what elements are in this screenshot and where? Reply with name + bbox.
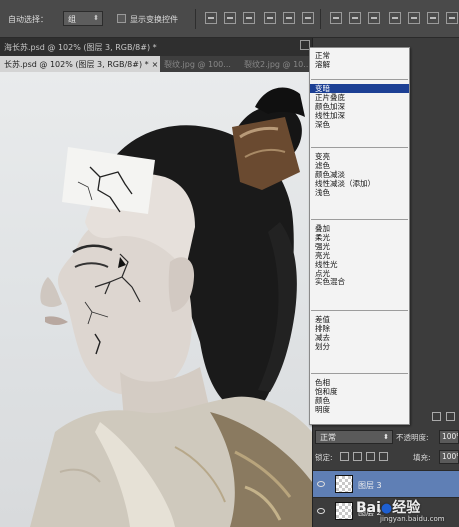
menu-separator [311, 147, 408, 148]
layer-row[interactable]: 图层 3 [313, 470, 459, 497]
blend-mode-item[interactable]: 差值 [310, 315, 409, 324]
auto-select-label: 自动选择： [8, 15, 48, 24]
document-canvas[interactable] [0, 72, 312, 527]
lock-move-icon[interactable] [366, 452, 375, 461]
close-icon[interactable]: × [152, 60, 159, 69]
type-icon[interactable] [446, 412, 455, 421]
blend-mode-item[interactable]: 变暗 [310, 84, 409, 93]
blend-mode-item[interactable]: 颜色 [310, 396, 409, 405]
blend-mode-item[interactable]: 明度 [310, 405, 409, 414]
menu-separator [311, 79, 408, 80]
layer-blend-mode-value: 正常 [320, 433, 336, 442]
layer-thumbnail [335, 502, 353, 520]
blend-mode-item[interactable]: 强光 [310, 242, 409, 251]
watermark-logo: Bai●经验 [356, 497, 420, 517]
distribute-bottom-icon[interactable] [368, 12, 380, 24]
distribute-right-icon[interactable] [427, 12, 439, 24]
tab-label: 裂纹2.jpg @ 10... [244, 60, 310, 69]
chevron-down-icon: ⬍ [93, 14, 99, 22]
fill-input[interactable]: 100% [439, 450, 459, 464]
lock-transparent-icon[interactable] [340, 452, 349, 461]
paw-icon: ● [380, 501, 393, 516]
align-right-icon[interactable] [302, 12, 314, 24]
layer-name[interactable]: 图层 3 [358, 480, 382, 491]
distribute-left-icon[interactable] [389, 12, 401, 24]
watermark-text-2: 经验 [392, 500, 421, 516]
tab-document-1[interactable]: 海长苏.psd @ 102% (图层 3, RGB/8#) * [0, 38, 180, 56]
blend-mode-item[interactable]: 实色混合 [310, 277, 409, 286]
align-vcenter-icon[interactable] [224, 12, 236, 24]
opacity-input[interactable]: 100% [439, 430, 459, 444]
fill-value: 100% [442, 452, 458, 461]
blend-mode-item[interactable]: 线性加深 [310, 111, 409, 120]
blend-mode-menu: 正常 溶解变暗 正片叠底 颜色加深 线性加深 深色变亮 滤色 颜色减淡 线性减淡（添加） 浅色叠加… [309, 47, 410, 425]
opacity-label: 不透明度: [396, 433, 429, 442]
blend-mode-item[interactable]: 叠加 [310, 224, 409, 233]
lock-all-icon[interactable] [379, 452, 388, 461]
tab-label: 长苏.psd @ 102% (图层 3, RGB/8#) * [4, 60, 149, 69]
fill-label: 填充: [413, 453, 431, 462]
align-bottom-icon[interactable] [243, 12, 255, 24]
tab-document-4[interactable]: 裂纹2.jpg @ 10... [240, 56, 310, 72]
blend-mode-item[interactable]: 亮光 [310, 251, 409, 260]
tab-document-3[interactable]: 裂纹.jpg @ 100... [160, 56, 240, 72]
blend-mode-item[interactable]: 滤色 [310, 161, 409, 170]
align-hcenter-icon[interactable] [283, 12, 295, 24]
blend-mode-item[interactable]: 饱和度 [310, 387, 409, 396]
blend-mode-item[interactable]: 划分 [310, 342, 409, 351]
distribute-hcenter-icon[interactable] [408, 12, 420, 24]
blend-mode-item[interactable]: 正片叠底 [310, 93, 409, 102]
tab-label: 海长苏.psd @ 102% (图层 3, RGB/8#) * [4, 43, 157, 52]
show-transform-checkbox[interactable] [117, 14, 126, 23]
distribute-top-icon[interactable] [330, 12, 342, 24]
divider [195, 9, 196, 29]
menu-separator [311, 310, 408, 311]
blend-mode-item[interactable]: 深色 [310, 120, 409, 129]
align-top-icon[interactable] [205, 12, 217, 24]
watermark-text: Bai [356, 500, 381, 516]
lock-brush-icon[interactable] [353, 452, 362, 461]
lock-label: 锁定: [315, 453, 333, 462]
distribute-vcenter-icon[interactable] [349, 12, 361, 24]
blend-mode-item[interactable]: 颜色加深 [310, 102, 409, 111]
auto-select-dropdown[interactable]: 组 ⬍ [63, 11, 103, 26]
blend-mode-item[interactable]: 排除 [310, 324, 409, 333]
layer-thumbnail [335, 475, 353, 493]
blend-mode-item[interactable]: 溶解 [310, 60, 409, 69]
blend-mode-item[interactable]: 颜色减淡 [310, 170, 409, 179]
blend-mode-item[interactable]: 正常 [310, 51, 409, 60]
auto-select-value: 组 [68, 15, 76, 24]
blend-mode-item[interactable]: 浅色 [310, 188, 409, 197]
layer-blend-mode-dropdown[interactable]: 正常 ⬍ [315, 430, 393, 444]
align-left-icon[interactable] [264, 12, 276, 24]
tab-document-2[interactable]: 长苏.psd @ 102% (图层 3, RGB/8#) * × [0, 56, 160, 72]
opacity-value: 100% [442, 432, 458, 441]
blend-mode-item[interactable]: 减去 [310, 333, 409, 342]
menu-separator [311, 373, 408, 374]
watermark-url: jingyan.baidu.com [380, 515, 445, 523]
eye-icon[interactable] [317, 508, 325, 514]
blend-mode-item[interactable]: 线性光 [310, 260, 409, 269]
grid-icon[interactable] [432, 412, 441, 421]
blend-mode-item[interactable]: 线性减淡（添加） [310, 179, 409, 188]
auto-align-icon[interactable] [446, 12, 458, 24]
eye-icon[interactable] [317, 481, 325, 487]
show-transform-label: 显示变换控件 [130, 15, 178, 24]
blend-mode-item[interactable]: 色相 [310, 378, 409, 387]
blend-mode-item[interactable]: 变亮 [310, 152, 409, 161]
chevron-down-icon: ⬍ [383, 433, 389, 441]
canvas-artwork [30, 87, 312, 527]
divider [320, 9, 321, 29]
options-bar: 自动选择： 组 ⬍ 显示变换控件 [0, 0, 459, 38]
tab-label: 裂纹.jpg @ 100... [164, 60, 231, 69]
menu-separator [311, 219, 408, 220]
blend-mode-item[interactable]: 柔光 [310, 233, 409, 242]
